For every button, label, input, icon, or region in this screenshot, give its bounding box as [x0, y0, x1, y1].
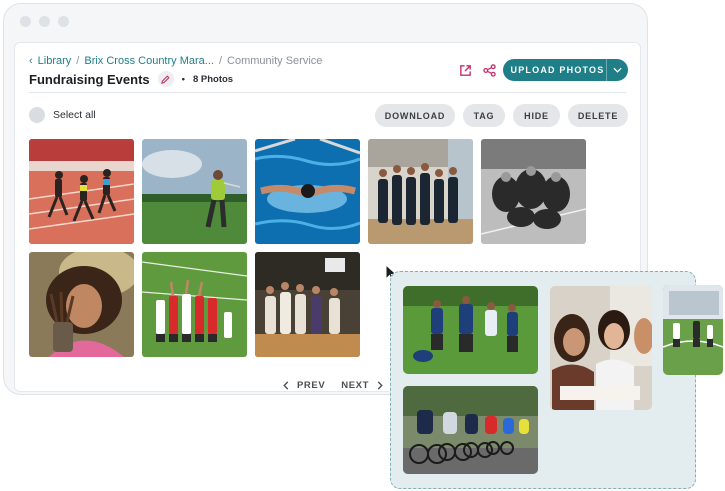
bulk-actions: DOWNLOAD TAG HIDE DELETE — [375, 104, 628, 127]
team-huddle-bw-photo[interactable] — [481, 139, 586, 244]
breadcrumb-current[interactable]: Community Service — [227, 55, 322, 67]
students-studying-photo[interactable] — [550, 286, 652, 410]
chevron-right-icon — [377, 381, 383, 390]
hide-button[interactable]: HIDE — [513, 104, 560, 127]
breadcrumb-album[interactable]: Brix Cross Country Mara... — [84, 55, 214, 67]
app-stage: ‹ Library / Brix Cross Country Mara... /… — [0, 0, 725, 491]
swimmer-butterfly-photo[interactable] — [255, 139, 360, 244]
pagination: PREV NEXT — [283, 380, 383, 391]
breadcrumb: ‹ Library / Brix Cross Country Mara... /… — [29, 55, 322, 67]
upload-photos-label: UPLOAD PHOTOS — [510, 65, 605, 75]
header-actions — [458, 63, 496, 77]
window-dot-minimize[interactable] — [39, 16, 50, 27]
tag-button[interactable]: TAG — [463, 104, 505, 127]
photo-count: 8 Photos — [192, 73, 234, 85]
photo-count-bullet: • — [181, 73, 185, 85]
prev-page-button[interactable]: PREV — [283, 380, 325, 391]
select-all-checkbox[interactable] — [29, 107, 45, 123]
chevron-left-icon[interactable]: ‹ — [29, 55, 33, 67]
external-link-icon[interactable] — [458, 63, 472, 77]
girl-paintbrushes-photo[interactable] — [29, 252, 134, 357]
pencil-icon — [161, 74, 170, 84]
upload-photos-button[interactable]: UPLOAD PHOTOS — [503, 59, 628, 81]
breadcrumb-separator: / — [218, 55, 223, 67]
select-all-control[interactable]: Select all — [29, 107, 96, 123]
window-controls — [20, 16, 69, 27]
soccer-team-cheer-photo[interactable] — [142, 252, 247, 357]
share-icon[interactable] — [482, 63, 496, 77]
breadcrumb-library[interactable]: Library — [38, 55, 72, 67]
edit-title-button[interactable] — [157, 71, 174, 87]
gym-group-photo[interactable] — [255, 252, 360, 357]
next-page-button[interactable]: NEXT — [341, 380, 383, 391]
delete-button[interactable]: DELETE — [568, 104, 628, 127]
cycling-race-photo[interactable] — [403, 386, 538, 474]
page-title: Fundraising Events — [29, 71, 150, 87]
youth-soccer-photo[interactable] — [663, 285, 723, 375]
download-button[interactable]: DOWNLOAD — [375, 104, 455, 127]
breadcrumb-separator: / — [76, 55, 80, 67]
window-dot-close[interactable] — [20, 16, 31, 27]
chevron-down-icon[interactable] — [606, 59, 628, 81]
title-row: Fundraising Events • 8 Photos — [29, 71, 233, 87]
header-divider — [29, 92, 626, 93]
track-race-photo[interactable] — [29, 139, 134, 244]
golf-swing-photo[interactable] — [142, 139, 247, 244]
window-dot-maximize[interactable] — [58, 16, 69, 27]
rugby-match-photo[interactable] — [403, 286, 538, 374]
basketball-team-huddle-photo[interactable] — [368, 139, 473, 244]
select-all-label[interactable]: Select all — [53, 109, 96, 121]
upload-drop-zone[interactable] — [390, 271, 696, 489]
next-label: NEXT — [341, 380, 370, 391]
chevron-left-icon — [283, 381, 289, 390]
prev-label: PREV — [297, 380, 326, 391]
